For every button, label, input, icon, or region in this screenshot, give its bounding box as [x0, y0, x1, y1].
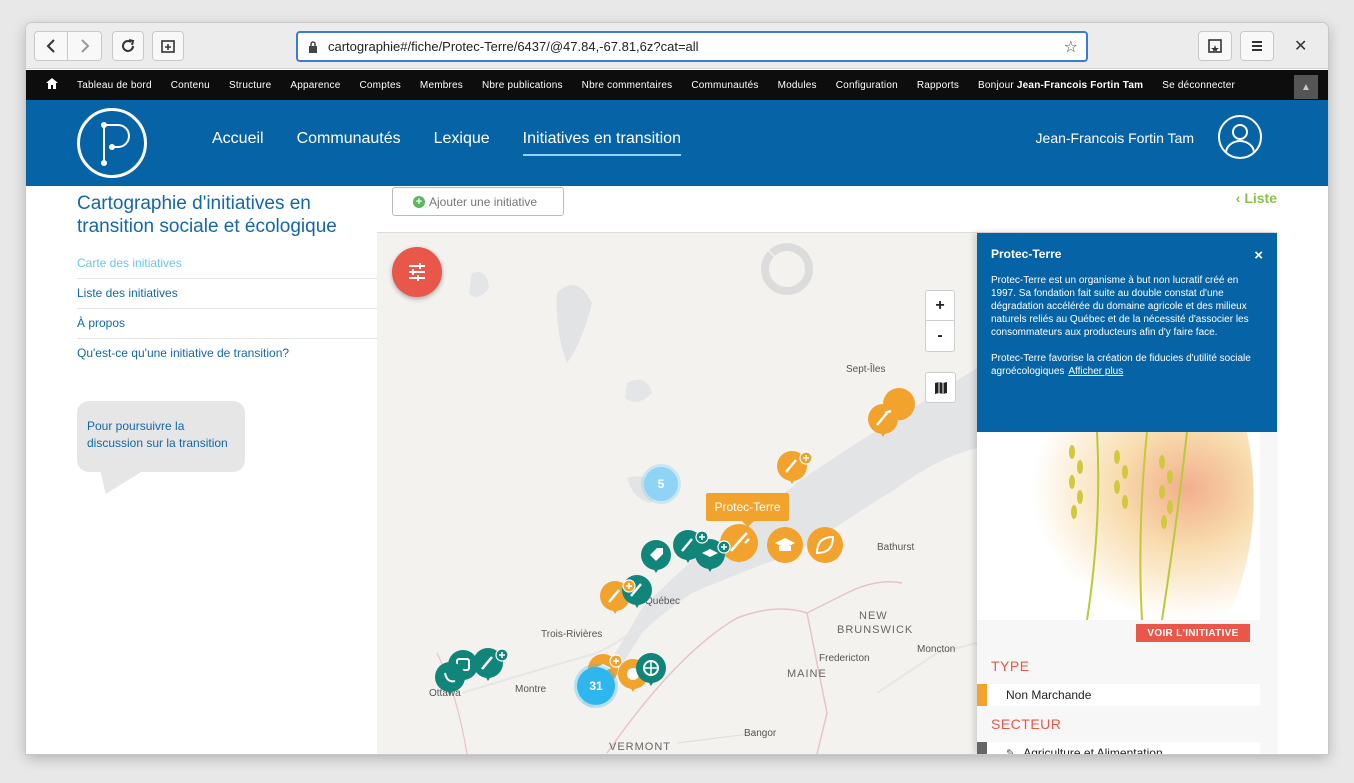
forward-button[interactable] [68, 31, 102, 61]
reload-button[interactable] [112, 31, 144, 61]
admin-item[interactable]: Structure [229, 80, 271, 91]
hamburger-icon [1252, 41, 1262, 51]
phone-marker[interactable] [435, 662, 465, 695]
header-username[interactable]: Jean-Francois Fortin Tam [1036, 130, 1194, 146]
left-sidebar: Cartographie d'initiatives en transition… [26, 186, 377, 754]
url-text: cartographie#/fiche/Protec-Terre/6437/@4… [328, 39, 699, 54]
secteur-value: ✎ Agriculture et Alimentation [977, 742, 1260, 754]
zoom-control: + - [925, 290, 955, 352]
logout-link[interactable]: Se déconnecter [1162, 80, 1235, 91]
secteur-heading: SECTEUR [991, 716, 1062, 732]
browser-toolbar: cartographie#/fiche/Protec-Terre/6437/@4… [26, 23, 1328, 69]
graduation-marker[interactable] [767, 527, 803, 563]
type-heading: TYPE [991, 658, 1030, 674]
tooltip-arrow [742, 521, 754, 527]
new-tab-icon [161, 40, 175, 53]
add-initiative-label: Ajouter une initiative [429, 194, 538, 209]
nav-communautes[interactable]: Communautés [297, 130, 401, 156]
address-bar[interactable]: cartographie#/fiche/Protec-Terre/6437/@4… [296, 31, 1088, 62]
leaf-marker[interactable] [807, 527, 843, 563]
admin-item[interactable]: Rapports [917, 80, 959, 91]
map-icon [934, 381, 947, 394]
map-markers-layer [435, 381, 922, 695]
chevron-left-icon [46, 39, 55, 53]
site-logo[interactable] [77, 108, 147, 178]
nav-initiatives[interactable]: Initiatives en transition [522, 130, 681, 156]
home-icon[interactable] [46, 78, 60, 92]
filter-button[interactable] [392, 247, 442, 297]
admin-toolbar: Tableau de bord Contenu Structure Appare… [26, 70, 1328, 100]
zoom-out-button[interactable]: - [926, 321, 954, 351]
bookmark-library-icon [1208, 39, 1222, 53]
nav-accueil[interactable]: Accueil [212, 130, 264, 156]
admin-item[interactable]: Communautés [691, 80, 758, 91]
main-navigation: Accueil Communautés Lexique Initiatives … [212, 130, 714, 156]
new-tab-button[interactable] [152, 31, 184, 61]
cluster-marker[interactable]: 5 [644, 467, 678, 501]
sidebar-link-carte[interactable]: Carte des initiatives [77, 249, 377, 279]
initiative-description: Protec-Terre est un organisme à but non … [991, 275, 1249, 338]
close-panel-button[interactable]: × [1254, 247, 1263, 264]
initiative-image [977, 432, 1260, 620]
browser-window: cartographie#/fiche/Protec-Terre/6437/@4… [26, 23, 1328, 754]
user-avatar-icon[interactable] [1218, 115, 1262, 159]
page-title: Cartographie d'initiatives en transition… [77, 193, 337, 237]
type-value: Non Marchande [977, 684, 1260, 706]
sliders-icon [409, 263, 425, 281]
cluster-marker[interactable]: 31 [577, 667, 615, 705]
admin-item[interactable]: Modules [778, 80, 817, 91]
lock-icon [308, 40, 318, 53]
map-canvas[interactable]: Sept-Îles Bathurst NEW BRUNSWICK Frederi… [377, 233, 977, 754]
tag-marker[interactable] [641, 540, 671, 573]
marker-tooltip: Protec-Terre [706, 493, 789, 521]
admin-item[interactable]: Nbre publications [482, 80, 563, 91]
map-toolbar: + Ajouter une initiative ‹ Liste [377, 186, 1277, 233]
sidebar-link-apropos[interactable]: À propos [77, 309, 377, 339]
back-button[interactable] [34, 31, 68, 61]
sidebar-link-quest-ce[interactable]: Qu'est-ce qu'une initiative de transitio… [77, 339, 377, 369]
admin-item[interactable]: Configuration [836, 80, 898, 91]
liste-label: Liste [1244, 190, 1277, 206]
admin-item[interactable]: Membres [420, 80, 463, 91]
close-window-icon[interactable]: ✕ [1294, 36, 1307, 56]
carrot-plus-marker-teal-3[interactable] [473, 648, 509, 681]
plus-circle-icon: + [413, 195, 425, 208]
site-header: Accueil Communautés Lexique Initiatives … [26, 100, 1328, 186]
admin-username: Jean-Francois Fortin Tam [1016, 79, 1144, 91]
carrot-marker[interactable] [868, 381, 922, 437]
initiative-description-2: Protec-Terre favorise la création de fid… [991, 352, 1263, 378]
library-button[interactable] [1198, 31, 1232, 61]
admin-toggle-button[interactable]: ▲ [1294, 75, 1318, 99]
admin-item[interactable]: Contenu [171, 80, 210, 91]
bookmark-star-icon[interactable]: ☆ [1064, 37, 1078, 57]
chevron-right-icon [80, 39, 89, 53]
initiative-detail-panel: Protec-Terre × Protec-Terre est un organ… [977, 233, 1277, 754]
initiative-summary: Protec-Terre × Protec-Terre est un organ… [977, 233, 1277, 432]
admin-item[interactable]: Nbre commentaires [582, 80, 673, 91]
bubble-tail [91, 470, 145, 494]
admin-item[interactable]: Tableau de bord [77, 80, 152, 91]
right-gutter [1277, 186, 1328, 754]
initiative-title: Protec-Terre [991, 247, 1062, 261]
carrot-icon: ✎ [1006, 747, 1016, 755]
secteur-label: Agriculture et Alimentation [1023, 746, 1163, 754]
menu-button[interactable] [1240, 31, 1274, 61]
admin-item[interactable]: Comptes [360, 80, 401, 91]
add-initiative-button[interactable]: + Ajouter une initiative [392, 187, 564, 216]
carrot-plus-marker[interactable] [777, 451, 813, 484]
admin-item[interactable]: Apparence [290, 80, 340, 91]
zoom-in-button[interactable]: + [926, 291, 954, 321]
discussion-bubble[interactable]: Pour poursuivre la discussion sur la tra… [77, 401, 245, 472]
liste-link[interactable]: ‹ Liste [1236, 190, 1277, 206]
admin-greeting[interactable]: Bonjour Jean-Francois Fortin Tam [978, 80, 1143, 91]
nav-lexique[interactable]: Lexique [434, 130, 490, 156]
reload-icon [122, 39, 135, 52]
voir-initiative-button[interactable]: VOIR L'INITIATIVE [1136, 624, 1250, 642]
map-layers-button[interactable] [925, 372, 956, 403]
sidebar-link-liste[interactable]: Liste des initiatives [77, 279, 377, 309]
greeting-text: Bonjour [978, 79, 1014, 91]
show-more-link[interactable]: Afficher plus [1068, 366, 1123, 377]
